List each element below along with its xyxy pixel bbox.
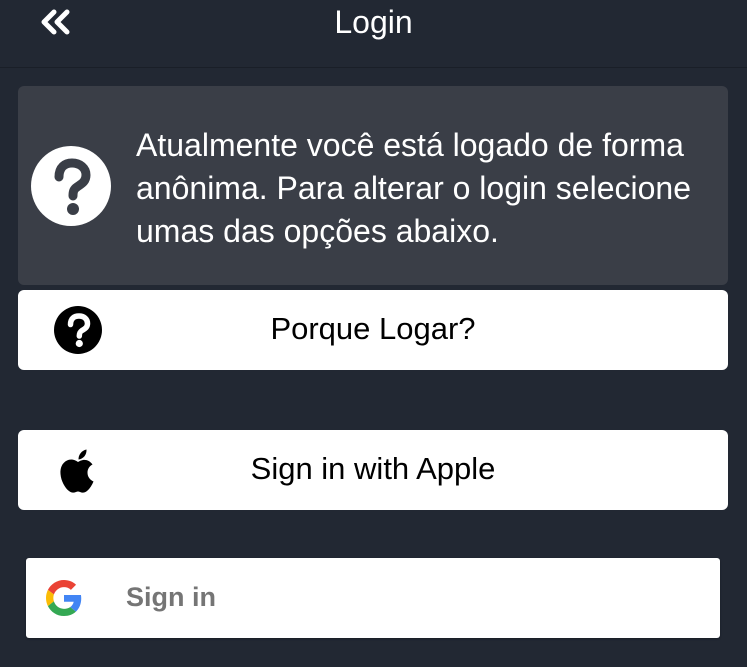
header-bar: Login [0, 0, 747, 68]
google-sign-in-label: Sign in [126, 582, 216, 612]
page-title: Login [334, 4, 413, 40]
why-login-button[interactable]: Porque Logar? [18, 290, 728, 370]
google-logo-icon [46, 580, 82, 616]
sign-in-with-apple-button[interactable]: Sign in with Apple [18, 430, 728, 510]
apple-sign-in-label: Sign in with Apple [250, 451, 496, 486]
google-sign-in-button[interactable]: Sign in [26, 558, 720, 638]
why-login-label: Porque Logar? [270, 311, 476, 346]
info-message: Atualmente você está logado de forma anô… [136, 127, 691, 249]
question-circle-icon [31, 146, 111, 226]
anonymous-login-notice: Atualmente você está logado de forma anô… [18, 86, 728, 285]
